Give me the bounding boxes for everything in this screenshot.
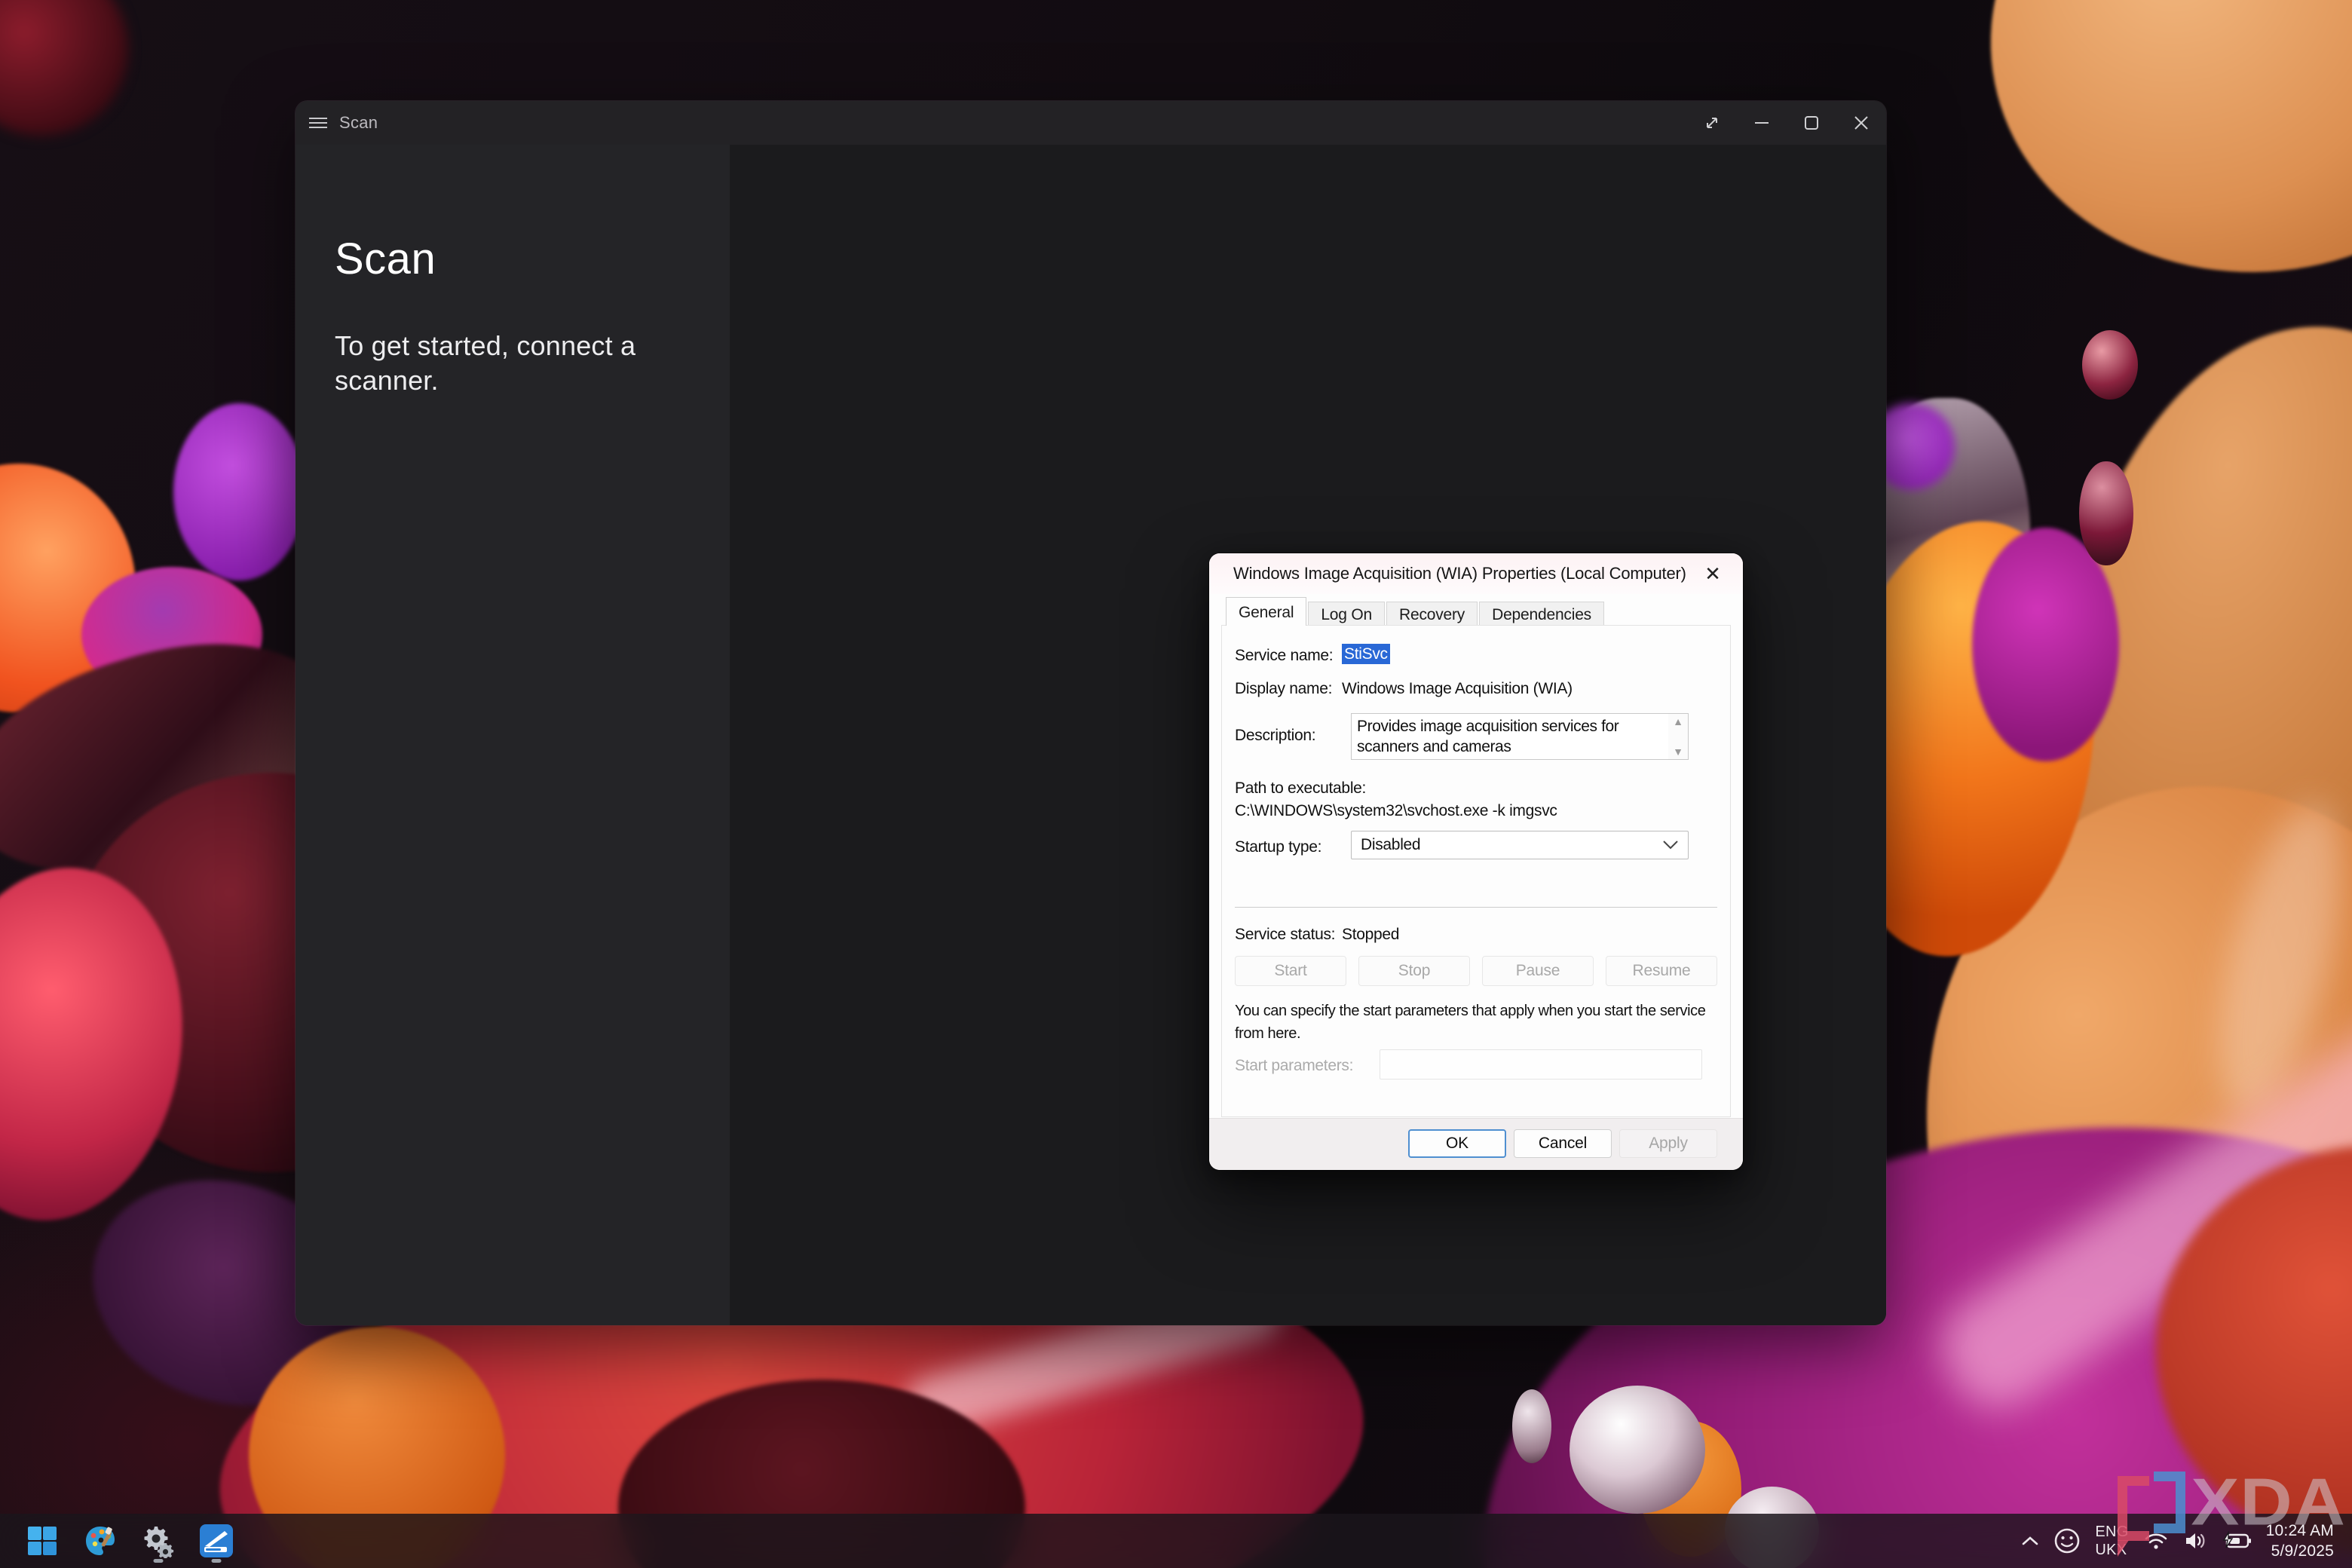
minimize-button[interactable] (1737, 101, 1787, 145)
startup-type-dropdown[interactable]: Disabled (1351, 831, 1689, 859)
start-button[interactable]: Start (1235, 956, 1346, 986)
wifi-icon (2143, 1531, 2169, 1551)
maximize-button[interactable] (1787, 101, 1836, 145)
fullscreen-button[interactable] (1687, 101, 1737, 145)
maximize-icon (1802, 114, 1821, 132)
description-scrollbar[interactable]: ▲ ▼ (1668, 714, 1688, 759)
dialog-close-button[interactable]: ✕ (1696, 559, 1729, 588)
chevron-down-icon (1662, 840, 1679, 850)
dialog-title: Windows Image Acquisition (WIA) Properti… (1233, 564, 1686, 583)
speaker-icon (2183, 1530, 2207, 1551)
paint-icon (84, 1524, 117, 1557)
display-name-label: Display name: (1235, 680, 1332, 698)
windows-logo-icon (26, 1525, 58, 1557)
hamburger-menu-icon[interactable] (309, 115, 327, 131)
chevron-up-icon (2021, 1535, 2039, 1547)
separator (1235, 907, 1717, 908)
taskbar-services-app[interactable] (141, 1517, 176, 1564)
clock[interactable]: 10:24 AM 5/9/2025 (2266, 1521, 2334, 1561)
service-name-label: Service name: (1235, 647, 1333, 665)
battery-charging-icon (2222, 1531, 2252, 1551)
scroll-down-icon[interactable]: ▼ (1673, 746, 1683, 757)
tray-smiley-app[interactable] (2053, 1527, 2081, 1554)
dialog-titlebar: Windows Image Acquisition (WIA) Properti… (1209, 553, 1743, 594)
tab-dependencies[interactable]: Dependencies (1479, 602, 1604, 626)
taskbar: ENG UKX 10:24 AM (0, 1514, 2352, 1568)
service-name-value: StiSvc (1342, 645, 1390, 663)
scan-page-title: Scan (335, 234, 436, 284)
smiley-icon (2053, 1527, 2081, 1554)
start-parameters-note: You can specify the start parameters tha… (1235, 1000, 1726, 1045)
stop-button[interactable]: Stop (1358, 956, 1470, 986)
wallpaper-blob (2079, 461, 2133, 565)
wia-properties-dialog: Windows Image Acquisition (WIA) Properti… (1209, 553, 1743, 1170)
tray-network[interactable] (2143, 1531, 2169, 1551)
ok-button[interactable]: OK (1408, 1129, 1506, 1158)
scanner-icon (199, 1524, 234, 1558)
tab-log-on[interactable]: Log On (1308, 602, 1385, 626)
taskbar-paint-app[interactable] (83, 1517, 118, 1564)
tray-battery[interactable] (2222, 1531, 2252, 1551)
description-text: Provides image acquisition services for … (1357, 716, 1665, 757)
taskbar-scan-app[interactable] (199, 1517, 234, 1564)
wallpaper-blob (2082, 330, 2138, 400)
scan-empty-state-message: To get started, connect a scanner. (335, 329, 671, 398)
diagonal-resize-icon (1702, 113, 1722, 133)
close-icon (1852, 114, 1870, 132)
language-indicator[interactable]: ENG UKX (2095, 1523, 2128, 1559)
tray-chevron-up[interactable] (2021, 1535, 2039, 1547)
service-status-value: Stopped (1342, 926, 1399, 944)
clock-time: 10:24 AM (2266, 1521, 2334, 1541)
service-status-label: Service status: (1235, 926, 1335, 944)
start-button[interactable] (25, 1517, 60, 1564)
path-to-executable-value: C:\WINDOWS\system32\svchost.exe -k imgsv… (1235, 802, 1557, 820)
scroll-up-icon[interactable]: ▲ (1673, 716, 1683, 727)
wallpaper-blob (173, 403, 305, 580)
startup-type-value: Disabled (1361, 836, 1420, 854)
tray-volume[interactable] (2183, 1530, 2207, 1551)
pause-button[interactable]: Pause (1482, 956, 1594, 986)
running-indicator (154, 1559, 164, 1563)
start-parameters-input[interactable] (1380, 1049, 1702, 1080)
resume-button[interactable]: Resume (1606, 956, 1717, 986)
display-name-value: Windows Image Acquisition (WIA) (1342, 680, 1573, 698)
minimize-icon (1753, 114, 1771, 132)
close-button[interactable] (1836, 101, 1886, 145)
wallpaper-blob (1960, 0, 2352, 307)
description-label: Description: (1235, 727, 1315, 745)
dialog-footer: OK Cancel Apply (1209, 1118, 1743, 1170)
scan-window-title: Scan (339, 113, 378, 133)
start-parameters-label: Start parameters: (1235, 1057, 1353, 1075)
startup-type-label: Startup type: (1235, 838, 1321, 856)
path-to-executable-label: Path to executable: (1235, 779, 1366, 798)
wallpaper-blob (1512, 1389, 1551, 1463)
running-indicator (212, 1559, 222, 1563)
apply-button[interactable]: Apply (1619, 1129, 1717, 1158)
tab-general[interactable]: General (1226, 597, 1306, 626)
scan-titlebar: Scan (296, 101, 1886, 145)
clock-date: 5/9/2025 (2266, 1541, 2334, 1561)
dialog-tabstrip: General Log On Recovery Dependencies (1226, 597, 1606, 626)
gears-icon (141, 1524, 176, 1558)
cancel-button[interactable]: Cancel (1514, 1129, 1612, 1158)
tab-recovery[interactable]: Recovery (1386, 602, 1478, 626)
scan-sidebar: Scan To get started, connect a scanner. (296, 145, 730, 1325)
selected-text[interactable]: StiSvc (1342, 644, 1390, 664)
wallpaper-blob (0, 0, 128, 136)
wallpaper-blob (1570, 1386, 1705, 1514)
description-textbox[interactable]: Provides image acquisition services for … (1351, 713, 1689, 760)
